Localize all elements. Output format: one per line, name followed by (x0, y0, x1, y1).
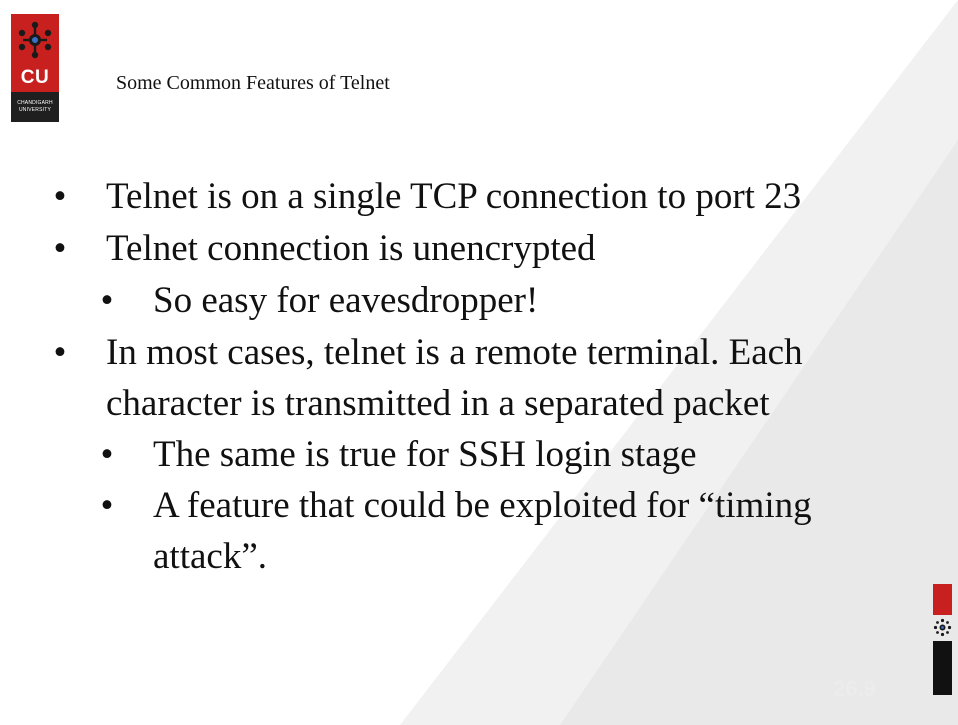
side-accent-black (933, 641, 952, 695)
bullet-marker: • (53, 176, 67, 217)
bullet-text: character is transmitted in a separated … (106, 383, 770, 424)
university-emblem-icon (18, 21, 52, 59)
bullet-text: Telnet is on a single TCP connection to … (106, 176, 802, 217)
page-number: 26.9 (833, 676, 876, 701)
side-accent-red (933, 584, 952, 615)
bullet-text: The same is true for SSH login stage (153, 434, 697, 475)
logo-name-line: UNIVERSITY (18, 107, 51, 113)
bullet-marker: • (53, 332, 67, 373)
bullet-marker: • (100, 434, 114, 475)
side-emblem-icon (933, 618, 952, 637)
slide: CU CHANDIGARH UNIVERSITY Some Common Fea… (0, 0, 958, 725)
slide-title: Some Common Features of Telnet (116, 72, 390, 94)
bullet-marker: • (100, 280, 114, 321)
logo-name-band: CHANDIGARH UNIVERSITY (11, 92, 59, 122)
bullet-text: attack”. (153, 536, 267, 577)
logo-name-line: CHANDIGARH (17, 100, 53, 106)
bullet-text: A feature that could be exploited for “t… (153, 485, 812, 526)
bullet-marker: • (100, 485, 114, 526)
bullet-text: So easy for eavesdropper! (153, 280, 539, 321)
university-logo: CU CHANDIGARH UNIVERSITY (11, 14, 59, 122)
bullet-text: Telnet connection is unencrypted (106, 228, 596, 269)
bullet-marker: • (53, 228, 67, 269)
logo-initials: CU (20, 67, 50, 88)
bullet-text: In most cases, telnet is a remote termin… (106, 332, 803, 373)
